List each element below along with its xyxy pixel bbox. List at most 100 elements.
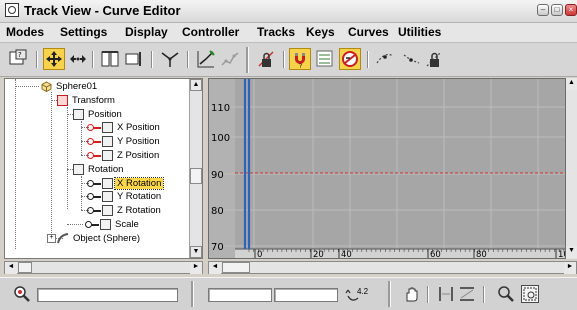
scroll-down-button[interactable]: ▼ — [190, 246, 202, 258]
lock-tangents-icon[interactable] — [423, 48, 445, 70]
graph-vertical-scrollbar[interactable]: ▲ ▼ — [566, 78, 577, 259]
menu-controller[interactable]: Controller — [182, 25, 239, 39]
snap-frames-icon[interactable]: ? — [289, 48, 311, 70]
toolbar-separator — [367, 51, 369, 68]
draw-curves-icon[interactable] — [195, 48, 217, 70]
scroll-down-button[interactable]: ▼ — [566, 246, 577, 258]
track-name-field[interactable] — [37, 288, 178, 302]
float-controller-icon — [102, 121, 113, 133]
tree-item-position[interactable]: Position — [73, 108, 124, 121]
parameter-curve-out-of-range-icon[interactable] — [314, 48, 336, 70]
tangent-linear-icon[interactable] — [400, 48, 422, 70]
lock-selection-icon[interactable] — [255, 48, 277, 70]
key-icon — [87, 123, 101, 132]
tree-item-z-rotation[interactable]: Z Rotation — [87, 204, 163, 217]
tree-vertical-scrollbar[interactable]: ▲ ▼ — [189, 79, 202, 258]
slide-keys-icon[interactable] — [67, 48, 89, 70]
tree-horizontal-scrollbar[interactable]: ◄ ► — [4, 261, 203, 274]
curve-editor-graph[interactable]: 110 100 90 80 70 0 20 40 60 80 10 — [208, 78, 566, 259]
tree-item-x-rotation[interactable]: X Rotation — [87, 177, 165, 190]
menu-curves[interactable]: Curves — [348, 25, 389, 39]
filters-icon[interactable]: ? — [7, 48, 29, 70]
scroll-up-button[interactable]: ▲ — [190, 79, 202, 91]
position-controller-icon — [73, 108, 84, 120]
scroll-right-button[interactable]: ► — [564, 262, 576, 274]
svg-text:?: ? — [18, 51, 22, 59]
key-icon — [87, 206, 101, 215]
value-tick-label: 80 — [211, 206, 224, 217]
time-tick-label: 10 — [558, 250, 565, 258]
menu-keys[interactable]: Keys — [306, 25, 335, 39]
tree-item-y-position[interactable]: Y Position — [87, 135, 162, 148]
menu-utilities[interactable]: Utilities — [398, 25, 441, 39]
scroll-right-button[interactable]: ► — [190, 262, 202, 274]
move-keys-icon[interactable] — [43, 48, 65, 70]
maximize-button[interactable]: □ — [551, 4, 563, 16]
title-bar[interactable]: Track View - Curve Editor – □ × — [0, 0, 577, 23]
rotation-controller-icon — [73, 163, 84, 175]
modifier-icon — [57, 232, 69, 244]
key-icon — [85, 220, 99, 229]
value-field[interactable] — [274, 288, 338, 302]
object-icon — [41, 81, 52, 93]
menu-bar: Modes Settings Display Controller Tracks… — [0, 23, 577, 43]
float-controller-icon — [102, 190, 113, 202]
float-controller-icon — [102, 204, 113, 216]
graph-horizontal-scrollbar[interactable]: ◄ ► — [208, 261, 577, 274]
tree-item-sphere01[interactable]: Sphere01 — [41, 80, 99, 93]
tree-connector — [81, 176, 82, 210]
tree-item-x-position[interactable]: X Position — [87, 121, 162, 134]
show-selected-keys-stats-icon[interactable] — [13, 285, 31, 303]
pan-hand-icon[interactable] — [402, 285, 420, 303]
tree-item-y-rotation[interactable]: Y Rotation — [87, 190, 163, 203]
tree-item-scale[interactable]: Scale — [85, 218, 141, 231]
zoom-region-icon[interactable] — [521, 285, 539, 303]
scale-keys-icon[interactable] — [123, 48, 145, 70]
track-view-window: Track View - Curve Editor – □ × Modes Se… — [0, 0, 577, 310]
time-tick-label: 0 — [257, 250, 262, 258]
insert-keys-icon[interactable] — [99, 48, 121, 70]
expand-toggle[interactable]: + — [47, 234, 56, 243]
menu-tracks[interactable]: Tracks — [257, 25, 295, 39]
tree-item-transform[interactable]: Transform — [57, 94, 117, 107]
key-icon — [87, 179, 101, 188]
close-button[interactable]: × — [565, 4, 577, 16]
frame-field[interactable] — [208, 288, 272, 302]
menu-settings[interactable]: Settings — [60, 25, 107, 39]
menu-display[interactable]: Display — [125, 25, 168, 39]
zoom-icon[interactable] — [497, 285, 515, 303]
zoom-value-label: 4.2 — [357, 287, 369, 296]
tree-connector — [67, 107, 68, 209]
tangent-auto-icon[interactable] — [374, 48, 396, 70]
toolbar-separator — [187, 51, 189, 68]
tree-connector — [15, 79, 16, 249]
window-title: Track View - Curve Editor — [24, 3, 181, 18]
toolbar: ? ? — [0, 43, 577, 77]
scroll-left-button[interactable]: ◄ — [5, 262, 17, 274]
key-icon — [87, 151, 101, 160]
controller-window[interactable]: + Sphere01 Transform Position X Position… — [4, 78, 203, 259]
scale-values-icon[interactable] — [159, 48, 181, 70]
zoom-horizontal-extents-icon[interactable] — [437, 285, 455, 303]
status-separator — [388, 281, 391, 307]
toolbar-separator — [92, 51, 94, 68]
scroll-thumb[interactable] — [190, 168, 202, 184]
tree-item-object-sphere[interactable]: Object (Sphere) — [57, 232, 142, 245]
show-keyable-icons-icon[interactable] — [339, 48, 361, 70]
value-tick-label: 110 — [211, 103, 230, 114]
scroll-up-button[interactable]: ▲ — [566, 78, 577, 90]
scroll-thumb[interactable] — [18, 262, 32, 273]
status-separator — [427, 286, 429, 303]
tree-item-z-position[interactable]: Z Position — [87, 149, 161, 162]
curve-graph-canvas[interactable]: 110 100 90 80 70 0 20 40 60 80 10 — [209, 79, 565, 258]
minimize-button[interactable]: – — [537, 4, 549, 16]
zoom-value-extents-icon[interactable] — [458, 285, 476, 303]
time-tick-label: 40 — [341, 250, 352, 258]
float-controller-icon — [102, 177, 113, 189]
scroll-left-button[interactable]: ◄ — [209, 262, 221, 274]
menu-modes[interactable]: Modes — [6, 25, 44, 39]
transform-icon — [57, 94, 68, 106]
tree-item-rotation[interactable]: Rotation — [73, 163, 125, 176]
scroll-thumb[interactable] — [222, 262, 250, 273]
reduce-keys-icon[interactable] — [219, 48, 241, 70]
